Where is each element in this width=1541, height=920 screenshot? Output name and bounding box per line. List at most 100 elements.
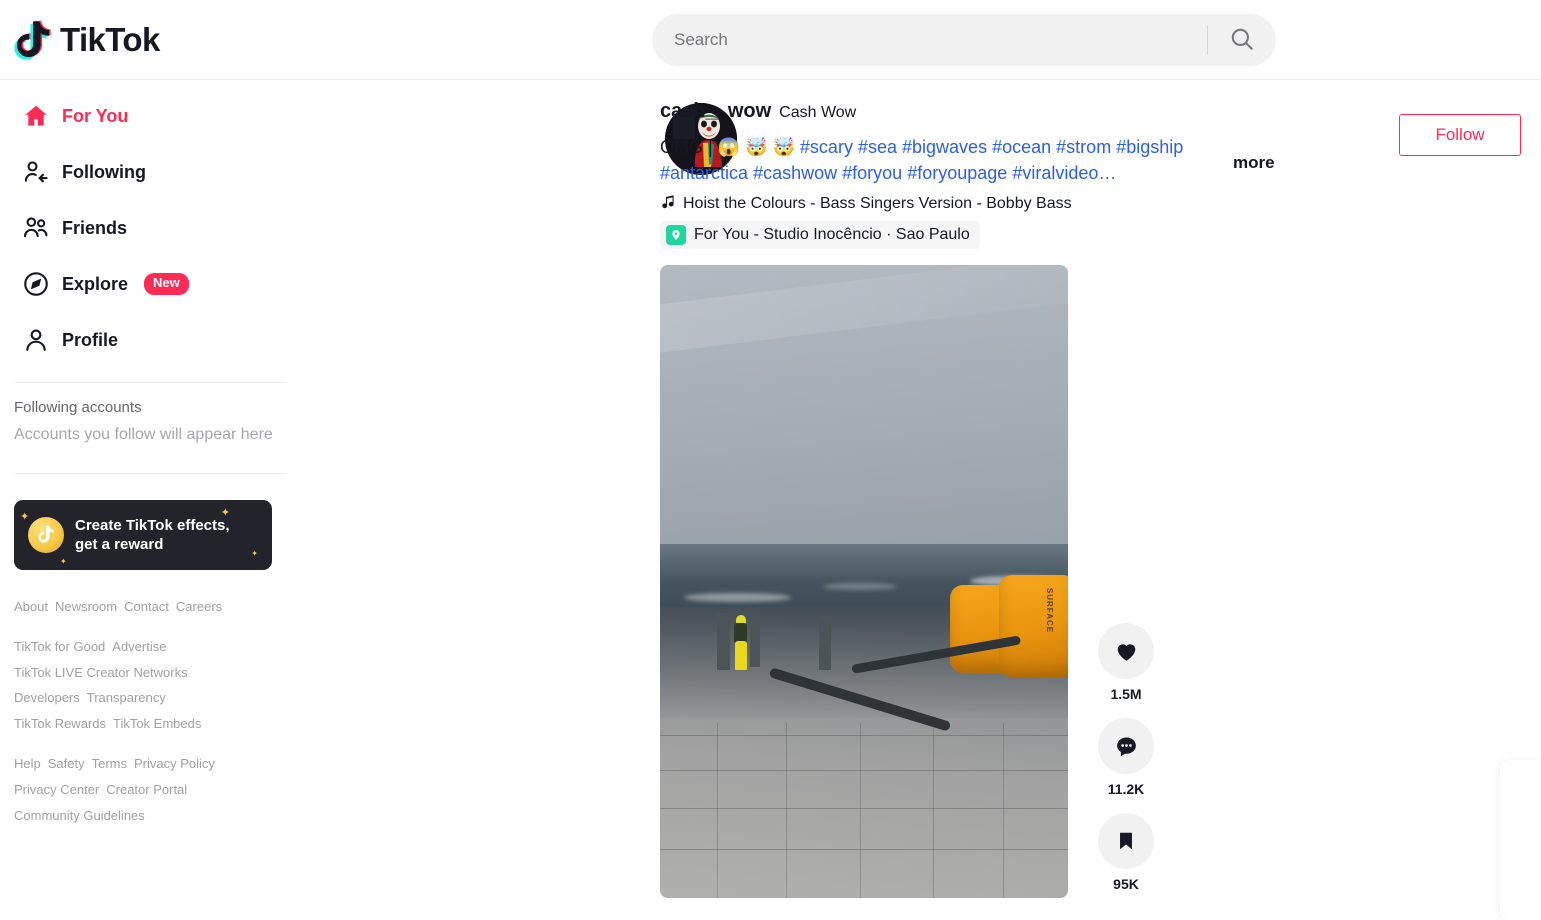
- sidebar-item-for-you[interactable]: For You: [14, 88, 286, 144]
- footer-link[interactable]: Advertise: [112, 639, 166, 654]
- footer-group-legal: Help Safety Terms Privacy Policy Privacy Ce…: [14, 751, 286, 829]
- hashtag-link[interactable]: #foryou: [842, 163, 902, 183]
- search-icon: [1229, 26, 1255, 55]
- orange-buoy: SURFACE: [998, 575, 1068, 677]
- post-actions: 1.5M 11.2K 95K: [1098, 623, 1154, 898]
- following-accounts-heading: Following accounts: [14, 399, 142, 416]
- like-count: 1.5M: [1110, 686, 1142, 703]
- bookmark-button[interactable]: 95K: [1098, 813, 1154, 892]
- home-icon: [20, 100, 52, 132]
- footer-link[interactable]: TikTok LIVE Creator Networks: [14, 665, 188, 680]
- footer-link[interactable]: Newsroom: [55, 599, 117, 614]
- post-content: cash__wow Cash Wow OMG | 😱 🤯 🤯 #scary #s…: [660, 100, 1320, 250]
- footer-link[interactable]: Creator Portal: [106, 782, 187, 797]
- author-username[interactable]: cash__wow: [660, 100, 771, 123]
- tiktok-wordmark: TikTok: [60, 21, 160, 58]
- sparkle-icon: ✦: [220, 506, 230, 519]
- tiktok-logo[interactable]: TikTok: [14, 18, 160, 62]
- hashtag-link[interactable]: #scary: [800, 137, 853, 157]
- feed-post: cash__wow Cash Wow OMG | 😱 🤯 🤯 #scary #s…: [300, 80, 1541, 899]
- caption-more-button[interactable]: more: [1233, 153, 1275, 173]
- comment-button[interactable]: 11.2K: [1098, 718, 1154, 797]
- sidebar-item-friends[interactable]: Friends: [14, 200, 286, 256]
- bookmark-count: 95K: [1113, 876, 1139, 893]
- video-feed: cash__wow Cash Wow OMG | 😱 🤯 🤯 #scary #s…: [300, 80, 1541, 920]
- music-row[interactable]: Hoist the Colours - Bass Singers Version…: [660, 193, 1072, 214]
- post-caption: OMG | 😱 🤯 🤯 #scary #sea #bigwaves #ocean…: [660, 134, 1220, 186]
- sidebar-divider-bottom: [14, 472, 286, 474]
- sidebar-item-explore[interactable]: Explore New: [14, 256, 286, 312]
- create-effects-promo-banner[interactable]: ✦ ✦ ✦ ✦ Create TikTok effects, get a rew…: [14, 499, 272, 570]
- sidebar-label: For You: [62, 105, 129, 126]
- location-pin-icon: [666, 225, 686, 246]
- location-text: For You - Studio Inocêncio · Sao Paulo: [694, 226, 970, 244]
- hashtag-link[interactable]: #viralvideo…: [1012, 163, 1116, 183]
- music-note-icon: [660, 193, 676, 214]
- promo-line-1: Create TikTok effects,: [75, 516, 230, 534]
- caption-text: OMG | 😱 🤯 🤯: [660, 137, 800, 157]
- search-button[interactable]: [1208, 14, 1276, 66]
- hashtag-link[interactable]: #antarctica: [660, 163, 748, 183]
- heart-icon: [1098, 623, 1154, 680]
- bookmark-icon: [1098, 813, 1154, 870]
- sidebar-label: Friends: [62, 217, 128, 238]
- sidebar-label: Explore: [62, 273, 129, 294]
- video-sky: [660, 265, 1068, 563]
- promo-line-2: get a reward: [75, 535, 164, 553]
- sidebar-item-profile[interactable]: Profile: [14, 312, 286, 368]
- hashtag-link[interactable]: #strom: [1056, 137, 1111, 157]
- footer-link[interactable]: Careers: [176, 599, 222, 614]
- sidebar-footer: About Newsroom Contact Careers TikTok for G…: [14, 594, 286, 829]
- comment-icon: [1098, 718, 1154, 775]
- left-sidebar: For You Following Friends Explore New Pr…: [0, 80, 300, 897]
- video-player[interactable]: SURFACE SURFACE: [660, 265, 1068, 899]
- follow-button[interactable]: Follow: [1399, 114, 1521, 156]
- hashtag-link[interactable]: #cashwow: [753, 163, 837, 183]
- top-header: TikTok: [0, 0, 1541, 80]
- footer-link[interactable]: Contact: [124, 599, 169, 614]
- hashtag-link[interactable]: #bigwaves: [902, 137, 987, 157]
- footer-link[interactable]: TikTok for Good: [14, 639, 105, 654]
- footer-link[interactable]: TikTok Rewards: [14, 716, 106, 731]
- footer-link[interactable]: TikTok Embeds: [113, 716, 201, 731]
- music-title: Hoist the Colours - Bass Singers Version…: [683, 194, 1072, 212]
- sidebar-divider-top: [14, 382, 286, 383]
- footer-group-company: About Newsroom Contact Careers: [14, 594, 286, 620]
- footer-link[interactable]: Community Guidelines: [14, 808, 145, 823]
- comment-count: 11.2K: [1107, 781, 1145, 798]
- video-row: SURFACE SURFACE 1.5M: [660, 265, 1541, 899]
- footer-link[interactable]: About: [14, 599, 48, 614]
- users-icon: [20, 212, 52, 244]
- like-button[interactable]: 1.5M: [1098, 623, 1154, 702]
- footer-link[interactable]: Privacy Policy: [134, 756, 215, 771]
- sparkle-icon: ✦: [60, 556, 67, 566]
- tiktok-coin-icon: [28, 516, 64, 553]
- search-bar[interactable]: [652, 14, 1276, 66]
- search-input[interactable]: [652, 30, 1207, 50]
- footer-link[interactable]: Safety: [48, 756, 85, 771]
- sidebar-item-following[interactable]: Following: [14, 144, 286, 200]
- hashtag-link[interactable]: #ocean: [992, 137, 1051, 157]
- footer-link[interactable]: Terms: [92, 756, 127, 771]
- tiktok-note-icon: [14, 18, 54, 62]
- hashtag-link[interactable]: #foryoupage: [907, 163, 1007, 183]
- location-badge[interactable]: For You - Studio Inocêncio · Sao Paulo: [660, 221, 980, 250]
- user-follow-icon: [20, 156, 52, 188]
- footer-link[interactable]: Help: [14, 756, 41, 771]
- sparkle-icon: ✦: [20, 510, 30, 523]
- hashtag-link[interactable]: #bigship: [1116, 137, 1183, 157]
- author-nickname[interactable]: Cash Wow: [779, 104, 856, 122]
- following-accounts-empty-text: Accounts you follow will appear here: [14, 426, 273, 443]
- user-icon: [20, 324, 52, 356]
- footer-link[interactable]: Transparency: [87, 690, 166, 705]
- compass-icon: [20, 268, 52, 300]
- sidebar-label: Profile: [62, 329, 119, 350]
- footer-link[interactable]: Privacy Center: [14, 782, 99, 797]
- sparkle-icon: ✦: [251, 548, 258, 558]
- hashtag-link[interactable]: #sea: [858, 137, 897, 157]
- explore-new-badge: New: [144, 273, 189, 295]
- author-row: cash__wow Cash Wow: [660, 100, 1320, 126]
- footer-group-programs: TikTok for Good Advertise TikTok LIVE Cre…: [14, 634, 286, 738]
- right-floating-panel[interactable]: [1500, 760, 1541, 920]
- footer-link[interactable]: Developers: [14, 690, 80, 705]
